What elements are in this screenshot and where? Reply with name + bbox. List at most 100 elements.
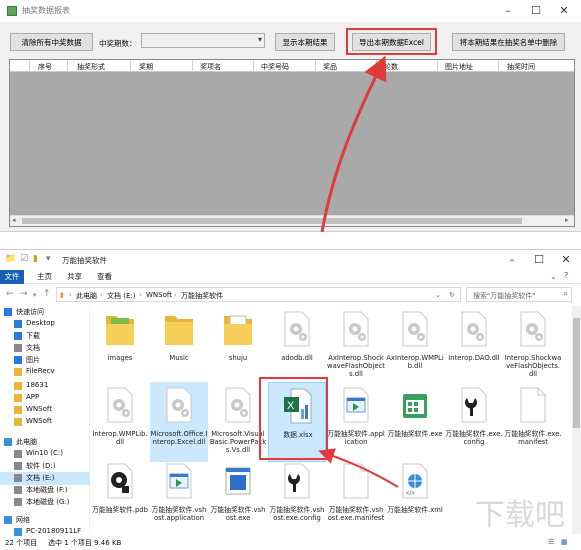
breadcrumb-this-pc[interactable]: 此电脑 xyxy=(76,291,97,301)
nav-item-label: APP xyxy=(26,393,40,401)
back-icon[interactable]: ← xyxy=(6,289,14,299)
network-icon xyxy=(4,516,12,524)
tab-home[interactable]: 主页 xyxy=(30,270,59,284)
tab-file[interactable]: 文件 xyxy=(0,270,24,284)
folder-icon xyxy=(105,310,135,348)
nav-item[interactable]: FileRecv xyxy=(0,366,90,379)
file-item[interactable]: 万能抽奖软件.pdb xyxy=(91,458,149,538)
nav-item[interactable]: WNSoft xyxy=(0,416,90,429)
scroll-right-icon[interactable]: ▸ xyxy=(565,216,569,224)
col-draw-type[interactable]: 抽奖形式 xyxy=(77,62,105,72)
file-item-label: 万能抽奖软件.pdb xyxy=(92,506,148,514)
qat-dropdown-icon[interactable]: ▾ xyxy=(46,254,51,264)
status-item-count: 22 个项目 xyxy=(5,539,38,547)
file-item-label: 万能抽奖软件.exe.manifest xyxy=(504,430,562,446)
new-folder-icon[interactable]: ▮ xyxy=(33,254,38,264)
file-item-label: 万能抽奖软件.xml xyxy=(387,506,443,514)
file-item-label: 万能抽奖软件.exe xyxy=(387,430,443,438)
close-icon[interactable]: ✕ xyxy=(550,0,578,22)
file-item[interactable]: 万能抽奖软件.exe xyxy=(386,382,444,462)
scroll-left-icon[interactable]: ◂ xyxy=(12,216,16,224)
file-item[interactable]: AxInterop.WMPLib.dll xyxy=(386,306,444,386)
period-select[interactable]: ▾ xyxy=(141,33,265,48)
breadcrumb-wnsoft[interactable]: WNSoft xyxy=(146,291,172,299)
close-icon[interactable]: ✕ xyxy=(552,250,580,269)
picture-icon xyxy=(14,356,22,364)
nav-item[interactable]: 本地磁盘 (G:) xyxy=(0,496,90,509)
horizontal-scrollbar[interactable]: ◂ ▸ xyxy=(10,215,574,226)
tab-view[interactable]: 查看 xyxy=(90,270,119,284)
file-item-label: 万能抽奖软件.vshost.application xyxy=(151,506,207,522)
scroll-thumb[interactable] xyxy=(573,318,580,428)
refresh-icon[interactable]: ↻ xyxy=(449,291,455,299)
scroll-thumb[interactable] xyxy=(22,218,522,224)
minimize-icon[interactable]: – xyxy=(498,250,526,269)
file-item[interactable]: 万能抽奖软件.vshost.exe xyxy=(209,458,267,538)
download-icon xyxy=(14,332,22,340)
xml-icon: </> xyxy=(400,462,430,500)
minimize-icon[interactable]: – xyxy=(494,0,522,22)
help-icon[interactable]: ? xyxy=(564,271,568,280)
file-item[interactable]: 万能抽奖软件.exe.manifest xyxy=(504,382,562,462)
file-item[interactable]: 万能抽奖软件.vshost.application xyxy=(150,458,208,538)
breadcrumb-current[interactable]: 万能抽奖软件 xyxy=(181,291,223,301)
search-box[interactable]: 搜索"万能抽奖软件" ⌕ xyxy=(466,287,572,302)
file-item-label: adodb.dll xyxy=(281,354,313,362)
recent-dropdown-icon[interactable]: ▾ xyxy=(33,291,37,299)
file-item[interactable]: AxInterop.ShockwaveFlashObjects.dll xyxy=(327,306,385,386)
file-item-label: shuju xyxy=(228,354,248,362)
large-icons-view-icon[interactable]: ▦ xyxy=(561,538,568,546)
tab-share[interactable]: 共享 xyxy=(60,270,89,284)
exe-blue-icon xyxy=(223,462,253,500)
maximize-icon[interactable]: ☐ xyxy=(525,250,553,269)
col-prize-name[interactable]: 奖项名 xyxy=(200,62,221,72)
file-item[interactable]: Microsoft.Office.Interop.Excel.dll xyxy=(150,382,208,462)
vertical-scrollbar[interactable] xyxy=(572,306,581,534)
file-item[interactable]: 万能抽奖软件.exe.config xyxy=(445,382,503,462)
app-icon xyxy=(164,462,194,500)
folder-icon xyxy=(14,418,22,426)
show-results-button[interactable]: 显示本期结果 xyxy=(275,33,335,51)
expand-ribbon-icon[interactable]: ⌄ xyxy=(550,272,557,281)
dll-icon xyxy=(282,310,312,348)
results-grid-header: 序号 抽奖形式 奖期 奖项名 中奖号码 奖品 轮数 图片地址 抽奖时间 xyxy=(10,60,574,72)
results-grid[interactable]: 序号 抽奖形式 奖期 奖项名 中奖号码 奖品 轮数 图片地址 抽奖时间 ◂ ▸ xyxy=(9,59,575,227)
col-winning-number[interactable]: 中奖号码 xyxy=(261,62,289,72)
file-item[interactable]: 万能抽奖软件.vshost.exe.config xyxy=(268,458,326,538)
folder-icon xyxy=(223,310,253,348)
properties-icon[interactable]: ☑ xyxy=(20,254,28,264)
address-dropdown-icon[interactable]: ⌄ xyxy=(435,291,441,299)
nav-item-label: 此电脑 xyxy=(16,438,37,446)
file-item-label: images xyxy=(107,354,133,362)
col-draw-time[interactable]: 抽奖时间 xyxy=(507,62,535,72)
address-bar[interactable]: ▮ › 此电脑 › 文档 (E:) › WNSoft › 万能抽奖软件 ⌄ ↻ xyxy=(56,287,461,302)
folder-icon xyxy=(164,310,194,348)
file-item[interactable]: images xyxy=(91,306,149,386)
up-icon[interactable]: ↑ xyxy=(43,289,51,299)
file-item[interactable]: </> 万能抽奖软件.xml xyxy=(386,458,444,538)
file-item[interactable]: shuju xyxy=(209,306,267,386)
desktop-icon xyxy=(14,320,22,328)
delete-from-list-button[interactable]: 将本期结果在抽奖名单中删除 xyxy=(452,33,565,51)
col-index[interactable]: 序号 xyxy=(38,62,52,72)
details-view-icon[interactable]: ☰ xyxy=(548,538,554,546)
period-label: 中奖期数： xyxy=(99,39,137,48)
navigation-pane: 快速访问 Desktop 下载 文档 图片 FileRecv 18631 APP WNSoft W… xyxy=(0,306,90,536)
forward-icon[interactable]: → xyxy=(20,289,28,299)
breadcrumb-drive-e[interactable]: 文档 (E:) xyxy=(107,291,135,301)
file-item[interactable]: Music xyxy=(150,306,208,386)
file-item[interactable]: Interop.ShockwaveFlashObjects.dll xyxy=(504,306,562,386)
file-item[interactable]: Interop.DAO.dll xyxy=(445,306,503,386)
file-item[interactable]: Interop.WMPLib.dll xyxy=(91,382,149,462)
file-item[interactable]: adodb.dll xyxy=(268,306,326,386)
file-item-label: 万能抽奖软件.vshost.exe.manifest xyxy=(327,506,385,522)
col-round[interactable]: 轮数 xyxy=(384,62,398,72)
clear-winners-button[interactable]: 清除所有中奖数据 xyxy=(10,33,93,51)
blank-icon xyxy=(518,386,548,424)
col-prize[interactable]: 奖品 xyxy=(323,62,337,72)
maximize-icon[interactable]: ☐ xyxy=(522,0,550,22)
file-item[interactable]: 万能抽奖软件.application xyxy=(327,382,385,462)
file-item[interactable]: 万能抽奖软件.vshost.exe.manifest xyxy=(327,458,385,538)
col-period[interactable]: 奖期 xyxy=(139,62,153,72)
col-image-path[interactable]: 图片地址 xyxy=(445,62,473,72)
